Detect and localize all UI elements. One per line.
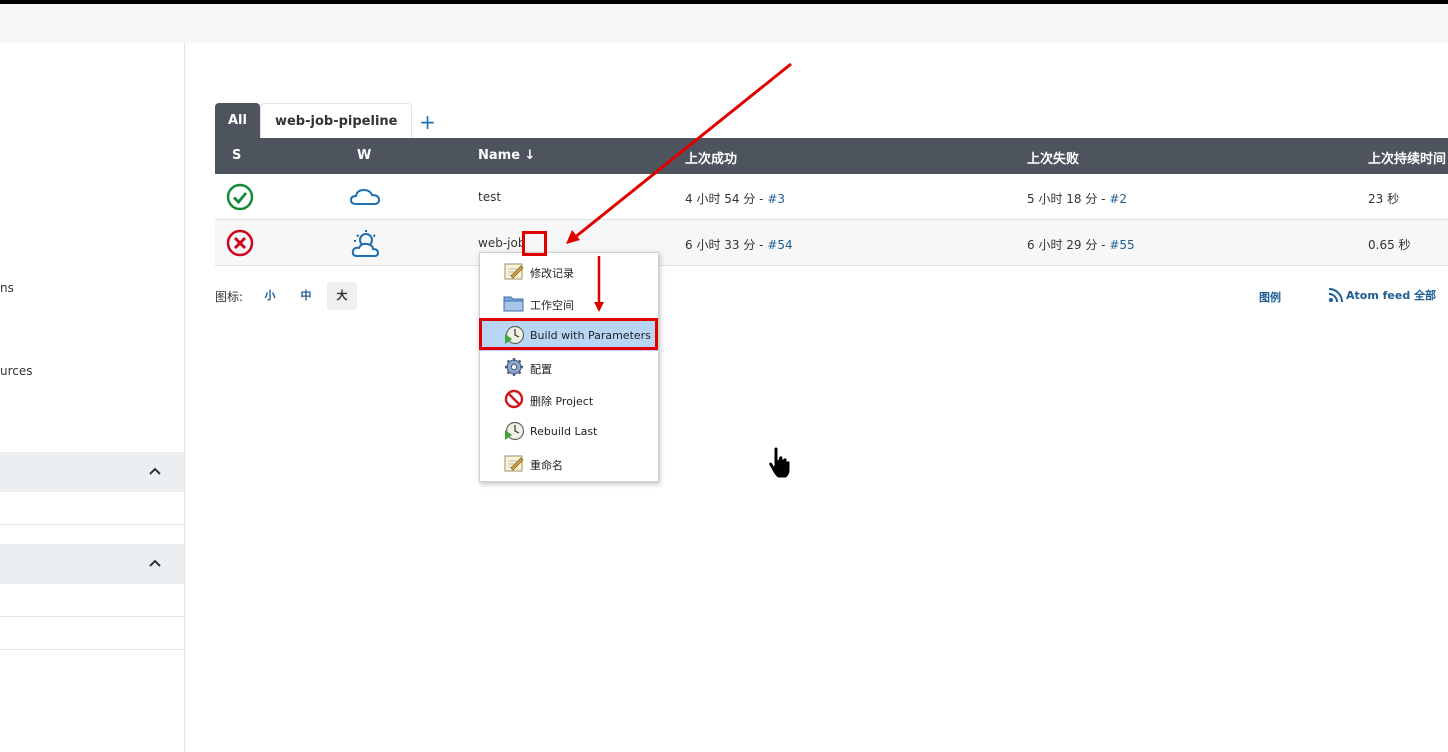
page-header (0, 4, 1448, 43)
table-row: test 4 小时 54 分 - #3 5 小时 18 分 - #2 23 秒 (215, 174, 1448, 220)
sidebar-panel-header[interactable] (0, 452, 184, 492)
add-view-button[interactable]: + (412, 103, 442, 138)
build-link[interactable]: #55 (1109, 238, 1134, 252)
clock-play-icon (505, 421, 525, 441)
menu-item-workspace[interactable]: 工作空间 (480, 287, 658, 319)
cloud-icon (349, 188, 381, 205)
build-link[interactable]: #2 (1109, 192, 1127, 206)
jobs-table: S W Name ↓ 上次成功 上次失败 上次持续时间 test 4 小时 54… (215, 138, 1448, 266)
rss-icon (1328, 287, 1343, 302)
menu-item-changes[interactable]: 修改记录 (480, 255, 658, 287)
icon-size-selector: 图标: 小 中 大 (215, 282, 363, 310)
menu-item-label: Rebuild Last (530, 425, 598, 438)
last-failure-time: 6 小时 29 分 - (1027, 238, 1110, 252)
last-success-time: 6 小时 33 分 - (685, 238, 768, 252)
column-header-last-failure[interactable]: 上次失败 (1027, 148, 1079, 167)
no-entry-icon (504, 389, 524, 409)
sidebar-panel-header[interactable] (0, 544, 184, 584)
column-header-last-duration[interactable]: 上次持续时间 (1368, 148, 1446, 167)
tab-web-job-pipeline[interactable]: web-job-pipeline (259, 103, 413, 138)
hand-pointer-cursor-icon (768, 447, 791, 479)
notepad-icon (504, 455, 524, 472)
column-header-status[interactable]: S (232, 148, 241, 163)
menu-item-rename[interactable]: 重命名 (480, 447, 658, 479)
legend-link[interactable]: 图例 (1259, 289, 1281, 305)
last-duration-cell: 23 秒 (1368, 192, 1400, 206)
atom-feed-label[interactable]: Atom feed 全部 (1346, 287, 1436, 303)
build-link[interactable]: #3 (767, 192, 785, 206)
last-failure-cell: 5 小时 18 分 - #2 (1027, 190, 1127, 207)
table-header: S W Name ↓ 上次成功 上次失败 上次持续时间 (215, 138, 1448, 174)
partly-sunny-icon (351, 230, 380, 257)
menu-item-label: 工作空间 (530, 299, 574, 312)
icon-size-label: 图标: (215, 289, 244, 304)
annotation-highlight-box (479, 318, 658, 350)
last-failure-cell: 6 小时 29 分 - #55 (1027, 236, 1135, 253)
menu-item-label: 删除 Project (530, 395, 594, 408)
sidebar-item-fragment[interactable]: urces (0, 364, 33, 378)
last-success-cell: 4 小时 54 分 - #3 (685, 190, 785, 207)
job-name-link[interactable]: web-job (478, 236, 525, 250)
menu-item-label: 配置 (530, 363, 552, 376)
chevron-up-icon[interactable] (148, 464, 162, 478)
menu-item-rebuild-last[interactable]: Rebuild Last (480, 415, 658, 447)
column-header-weather[interactable]: W (357, 148, 371, 163)
last-failure-time: 5 小时 18 分 - (1027, 192, 1110, 206)
last-success-time: 4 小时 54 分 - (685, 192, 768, 206)
notepad-icon (504, 263, 524, 280)
build-link[interactable]: #54 (767, 238, 792, 252)
last-duration-cell: 0.65 秒 (1368, 238, 1411, 252)
icon-size-small[interactable]: 小 (255, 282, 285, 310)
failure-x-icon (226, 229, 254, 257)
sidebar: ns urces (0, 43, 185, 752)
menu-item-delete-project[interactable]: 删除 Project (480, 383, 658, 415)
menu-item-label: 修改记录 (530, 267, 574, 280)
table-row: web-job 6 小时 33 分 - #54 6 小时 29 分 - #55 … (215, 220, 1448, 266)
icon-size-large[interactable]: 大 (327, 282, 358, 310)
job-name-link[interactable]: test (478, 190, 501, 204)
success-check-icon (226, 183, 254, 211)
icon-size-medium[interactable]: 中 (291, 282, 321, 310)
sidebar-item-fragment[interactable]: ns (0, 281, 14, 295)
folder-icon (503, 296, 524, 312)
gear-icon (505, 358, 523, 376)
last-success-cell: 6 小时 33 分 - #54 (685, 236, 793, 253)
job-context-menu: 修改记录 工作空间 Build with Parameters 配置 删除 Pr… (479, 252, 659, 482)
annotation-highlight-box (522, 231, 547, 256)
menu-item-configure[interactable]: 配置 (480, 351, 658, 383)
column-header-name[interactable]: Name ↓ (478, 148, 535, 163)
chevron-up-icon[interactable] (148, 556, 162, 570)
tab-all[interactable]: All (215, 103, 260, 138)
menu-item-label: 重命名 (530, 459, 563, 472)
atom-feed-link[interactable]: Atom feed 全部 (1328, 287, 1436, 303)
column-header-last-success[interactable]: 上次成功 (685, 148, 737, 167)
divider (0, 649, 184, 650)
divider (0, 616, 184, 617)
view-tabs: All web-job-pipeline + (215, 103, 442, 138)
divider (0, 524, 184, 525)
